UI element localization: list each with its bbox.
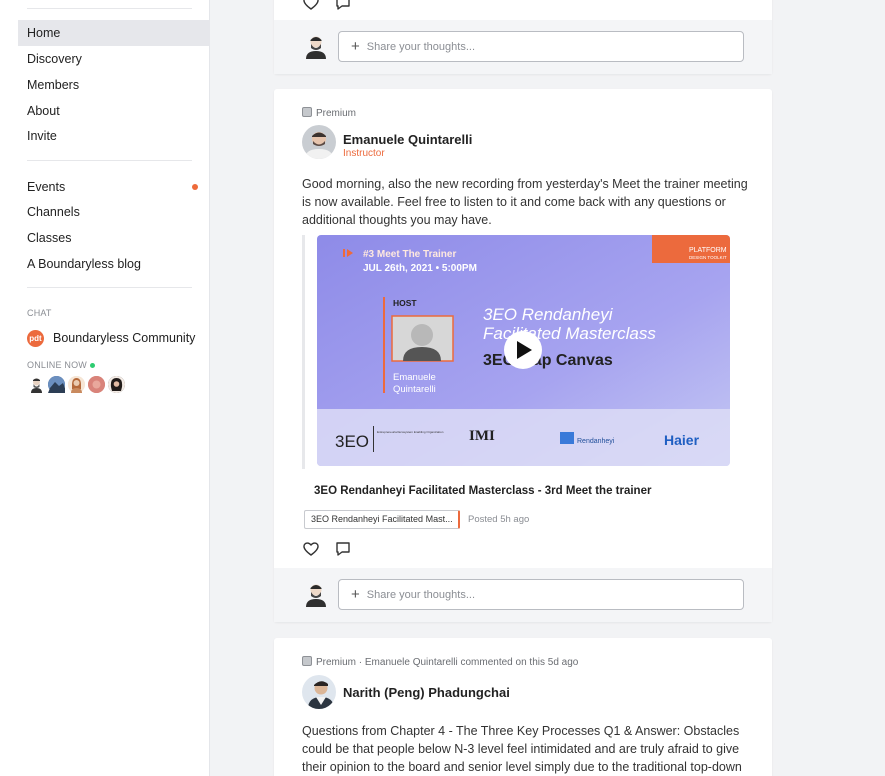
avatar[interactable] (302, 125, 336, 159)
reply-bar: + Share your thoughts... (274, 568, 772, 622)
post-body: Good morning, also the new recording fro… (302, 177, 748, 227)
logo-rendanheyi: Rendanheyi (577, 438, 615, 445)
sidebar-item-label: Invite (27, 129, 57, 143)
logo-imi: IMI (469, 428, 495, 444)
premium-badge: Premium (302, 107, 356, 119)
host-name-first: Emanuele (393, 372, 436, 383)
reply-bar: + Share your thoughts... (274, 20, 772, 74)
video-headline-1: 3EO Rendanheyi (483, 305, 614, 324)
premium-label: Premium (316, 108, 357, 119)
posted-time: Posted 5h ago (468, 514, 530, 525)
community-logo: pdt (27, 330, 44, 347)
post-body: Questions from Chapter 4 - The Three Key… (302, 724, 742, 774)
activity-meta-text: Premium · Emanuele Quintarelli commented… (316, 657, 579, 668)
heart-icon[interactable] (302, 0, 320, 12)
sidebar-item-discovery[interactable]: Discovery (18, 46, 210, 72)
feed-card: Premium · Emanuele Quintarelli commented… (274, 638, 772, 776)
sidebar-item-classes[interactable]: Classes (18, 225, 210, 251)
heart-icon[interactable] (302, 540, 320, 558)
sidebar-item-invite[interactable]: Invite (18, 123, 210, 149)
reply-placeholder: Share your thoughts... (366, 41, 475, 53)
sidebar-item-label: Channels (27, 205, 80, 219)
divider (27, 287, 192, 288)
logo-3eo: 3EO (335, 432, 369, 451)
avatar[interactable] (48, 376, 65, 393)
reply-input[interactable]: + Share your thoughts... (338, 31, 744, 62)
sidebar-item-label: Members (27, 78, 80, 92)
sidebar-item-label: Home (27, 26, 61, 40)
sidebar-item-label: About (27, 104, 60, 118)
sidebar: Home Discovery Members About Invite Even… (0, 0, 210, 776)
plus-icon: + (351, 38, 360, 55)
reply-placeholder: Share your thoughts... (366, 589, 475, 601)
sidebar-item-events[interactable]: Events (18, 174, 210, 200)
community-chat-link[interactable]: Boundaryless Community (53, 330, 195, 347)
host-label: HOST (393, 298, 417, 308)
comment-icon[interactable] (334, 0, 352, 12)
avatar[interactable] (88, 376, 105, 393)
avatar[interactable] (108, 376, 125, 393)
sidebar-item-label: A Boundaryless blog (27, 257, 141, 271)
sidebar-item-label: Discovery (27, 52, 82, 66)
online-status-dot (90, 363, 96, 369)
chat-caption: CHAT (27, 308, 52, 318)
avatar[interactable] (302, 675, 336, 709)
author-role: Instructor (343, 148, 385, 159)
activity-meta: Premium · Emanuele Quintarelli commented… (302, 656, 578, 668)
sidebar-item-channels[interactable]: Channels (18, 199, 210, 225)
host-name-last: Quintarelli (393, 384, 436, 395)
platform-tag: PLATFORM (689, 247, 727, 254)
video-thumbnail-graphic: #3 Meet The Trainer JUL 26th, 2021 • 5:0… (317, 235, 730, 466)
video-date: JUL 26th, 2021 • 5:00PM (363, 263, 477, 274)
divider (27, 8, 192, 9)
avatar[interactable] (68, 376, 85, 393)
platform-sub: DESIGN TOOLKIT (689, 255, 727, 260)
sidebar-item-members[interactable]: Members (18, 72, 210, 98)
comment-icon[interactable] (334, 540, 352, 558)
online-now-label: ONLINE NOW (27, 360, 88, 370)
avatar (306, 584, 326, 607)
media-title[interactable]: 3EO Rendanheyi Facilitated Masterclass -… (314, 485, 651, 497)
logo-3eo-text: Entrepreneurial Ecosystem Enabling Organ… (377, 430, 444, 434)
feed-card: + Share your thoughts... (274, 0, 772, 74)
video-thumbnail[interactable]: #3 Meet The Trainer JUL 26th, 2021 • 5:0… (317, 235, 730, 466)
sidebar-item-label: Classes (27, 231, 72, 245)
avatar (306, 36, 326, 59)
plus-icon: + (351, 586, 360, 603)
premium-icon (302, 656, 312, 666)
online-now-caption: ONLINE NOW (27, 360, 96, 370)
media-embed: #3 Meet The Trainer JUL 26th, 2021 • 5:0… (302, 235, 745, 469)
feed-card: Premium Emanuele Quintarelli Instructor … (274, 89, 772, 622)
sidebar-item-about[interactable]: About (18, 98, 210, 124)
space-tag[interactable]: 3EO Rendanheyi Facilitated Mast... (304, 510, 460, 529)
reply-input[interactable]: + Share your thoughts... (338, 579, 744, 610)
video-headline-3: 3EO Map Canvas (483, 352, 613, 369)
divider (27, 160, 192, 161)
sidebar-item-blog[interactable]: A Boundaryless blog (18, 251, 210, 277)
author-name[interactable]: Emanuele Quintarelli (343, 132, 472, 147)
video-series: #3 Meet The Trainer (363, 249, 456, 260)
notification-dot (192, 184, 198, 190)
logo-haier: Haier (664, 432, 700, 448)
sidebar-item-label: Events (27, 180, 66, 194)
premium-icon (302, 107, 312, 117)
avatar[interactable] (28, 376, 45, 393)
author-name[interactable]: Narith (Peng) Phadungchai (343, 685, 510, 700)
sidebar-item-home[interactable]: Home (18, 20, 210, 46)
